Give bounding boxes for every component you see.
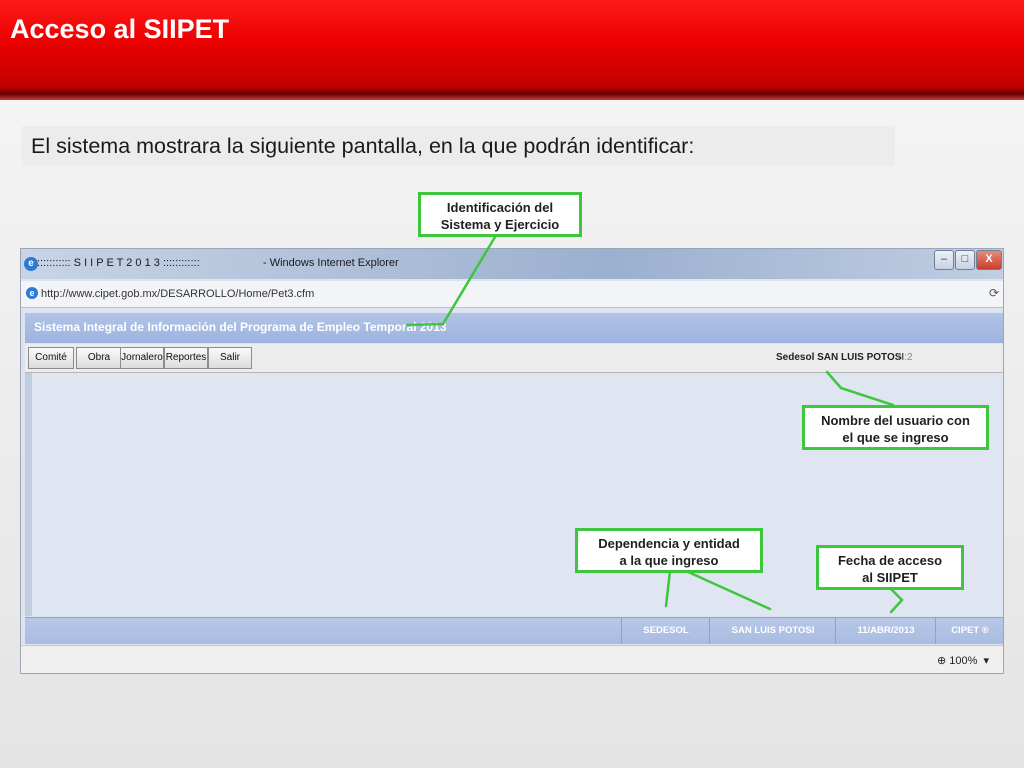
callout-dependency-line1: Dependencia y entidad — [598, 536, 740, 551]
connector-system-id — [405, 235, 497, 327]
connector-access-date — [889, 587, 904, 614]
connector-dependency-left — [664, 569, 672, 608]
callout-dependency-line2: a la que ingreso — [619, 553, 719, 568]
callout-access-date-line2: al SIIPET — [862, 570, 918, 585]
callout-system-id-line1: Identificación del — [446, 200, 554, 215]
callout-system-id: Identificación del Sistema y Ejercicio — [418, 192, 582, 237]
callout-dependency: Dependencia y entidad a la que ingreso — [575, 528, 763, 573]
callout-user-name-line1: Nombre del usuario con — [821, 413, 970, 428]
callout-user-name: Nombre del usuario con el que se ingreso — [802, 405, 989, 450]
callout-access-date: Fecha de acceso al SIIPET — [816, 545, 964, 590]
callout-connectors — [405, 235, 904, 614]
connector-user-name — [825, 370, 895, 407]
callout-access-date-line1: Fecha de acceso — [837, 553, 943, 568]
callout-user-name-line2: el que se ingreso — [842, 430, 949, 445]
connector-dependency-right — [684, 569, 772, 611]
callout-system-id-line2: Sistema y Ejercicio — [440, 217, 560, 232]
